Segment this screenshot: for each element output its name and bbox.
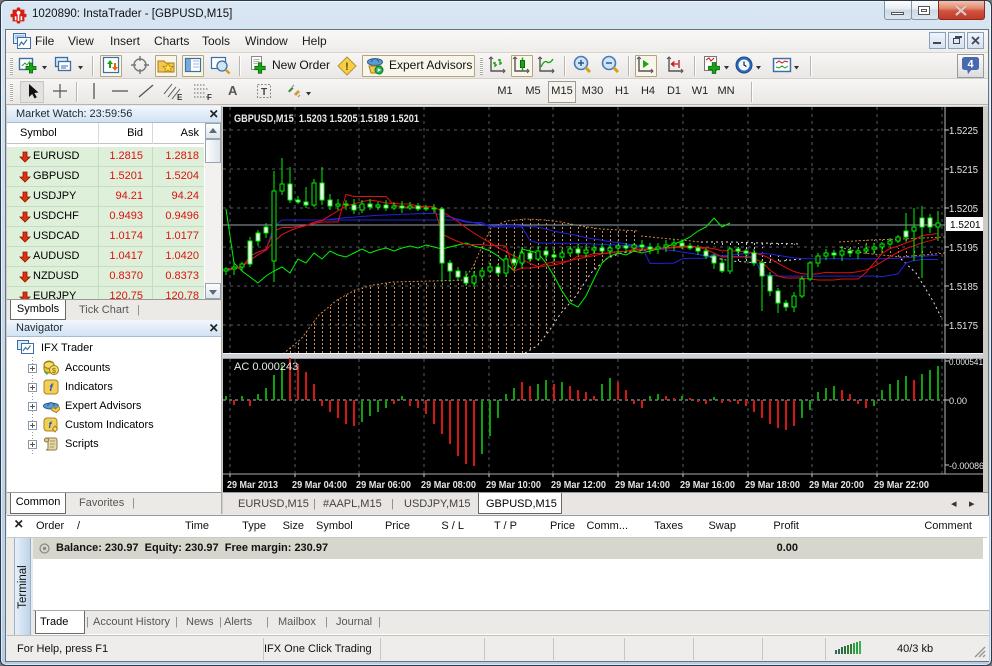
svg-text:$: $ <box>52 368 56 375</box>
svg-text:4: 4 <box>967 59 974 71</box>
svg-text:AC 0.000243: AC 0.000243 <box>234 361 298 373</box>
svg-text:1.5185: 1.5185 <box>949 282 978 293</box>
svg-text:1.5201: 1.5201 <box>950 220 981 231</box>
svg-text:T: T <box>261 87 267 98</box>
svg-text:1.5225: 1.5225 <box>949 126 978 137</box>
svg-text:29 Mar 08:00: 29 Mar 08:00 <box>421 480 476 491</box>
svg-text:29 Mar 14:00: 29 Mar 14:00 <box>615 480 670 491</box>
svg-text:29 Mar 04:00: 29 Mar 04:00 <box>292 480 347 491</box>
svg-text:-0.00086: -0.00086 <box>949 461 983 472</box>
svg-text:29 Mar 12:00: 29 Mar 12:00 <box>551 480 606 491</box>
svg-text:0.00: 0.00 <box>949 396 967 407</box>
svg-text:1.5215: 1.5215 <box>949 165 978 176</box>
svg-text:29 Mar 18:00: 29 Mar 18:00 <box>745 480 800 491</box>
svg-text:0.000541: 0.000541 <box>949 357 983 368</box>
svg-text:!: ! <box>345 61 349 73</box>
svg-text:29 Mar 2013: 29 Mar 2013 <box>227 480 278 491</box>
svg-text:F: F <box>207 93 212 102</box>
svg-text:1.5175: 1.5175 <box>949 321 978 332</box>
svg-text:29 Mar 06:00: 29 Mar 06:00 <box>356 480 411 491</box>
svg-text:29 Mar 10:00: 29 Mar 10:00 <box>486 480 541 491</box>
svg-text:E: E <box>177 93 183 102</box>
svg-text:GBPUSD,M15 1.5203 1.5205 1.51: GBPUSD,M15 1.5203 1.5205 1.5189 1.5201 <box>234 113 419 125</box>
svg-text:29 Mar 16:00: 29 Mar 16:00 <box>680 480 735 491</box>
svg-text:1.5205: 1.5205 <box>949 204 978 215</box>
svg-text:29 Mar 20:00: 29 Mar 20:00 <box>809 480 864 491</box>
svg-text:1.5195: 1.5195 <box>949 243 978 254</box>
svg-text:29 Mar 22:00: 29 Mar 22:00 <box>874 480 929 491</box>
